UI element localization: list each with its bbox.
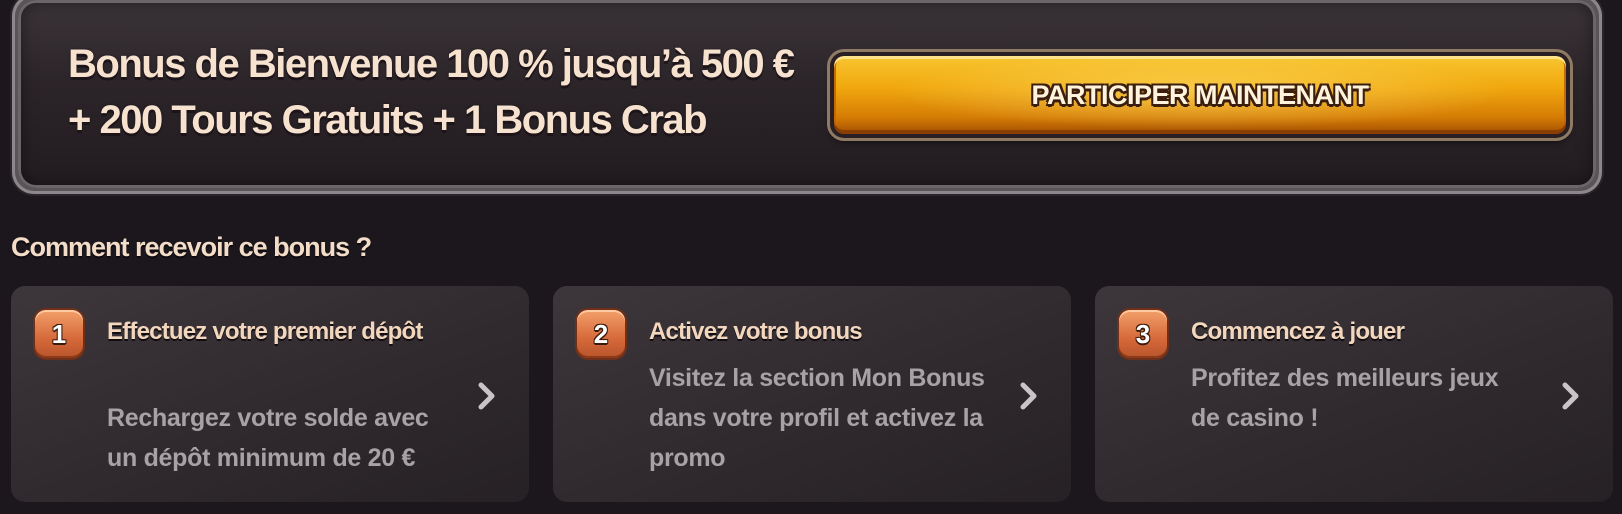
step-number-badge: 1 — [35, 310, 83, 358]
banner-title: Bonus de Bienvenue 100 % jusqu’à 500 € +… — [68, 36, 828, 148]
step-card-activate[interactable]: 2 Activez votre bonus Visitez la section… — [553, 286, 1071, 502]
banner-panel: Bonus de Bienvenue 100 % jusqu’à 500 € +… — [18, 0, 1596, 188]
welcome-bonus-banner: Bonus de Bienvenue 100 % jusqu’à 500 € +… — [12, 0, 1602, 194]
step-number: 1 — [51, 318, 67, 349]
step-title: Activez votre bonus — [649, 318, 863, 345]
step-description: Visitez la section Mon Bonus dans votre … — [649, 364, 985, 472]
banner-title-line-2: + 200 Tours Gratuits + 1 Bonus Crab — [68, 98, 708, 142]
step-number-badge: 2 — [577, 310, 625, 358]
step-title: Commencez à jouer — [1191, 318, 1405, 345]
step-description: Profitez des meilleurs jeux de casino ! — [1191, 364, 1499, 432]
how-to-title: Comment recevoir ce bonus ? — [11, 232, 372, 262]
participate-now-button-face[interactable]: PARTICIPER MAINTENANT — [834, 56, 1566, 134]
chevron-right-icon[interactable] — [1555, 380, 1587, 412]
step-description: Rechargez votre solde avec un dépôt mini… — [107, 404, 429, 472]
banner-title-line-1: Bonus de Bienvenue 100 % jusqu’à 500 € — [68, 42, 795, 86]
chevron-right-icon[interactable] — [471, 380, 503, 412]
chevron-right-icon[interactable] — [1013, 380, 1045, 412]
step-card-deposit[interactable]: 1 Effectuez votre premier dépôt Recharge… — [11, 286, 529, 502]
step-card-play[interactable]: 3 Commencez à jouer Profitez des meilleu… — [1095, 286, 1613, 502]
step-number: 3 — [1135, 318, 1151, 349]
participate-now-button[interactable]: PARTICIPER MAINTENANT — [830, 52, 1570, 138]
step-number-badge: 3 — [1119, 310, 1167, 358]
step-number: 2 — [593, 318, 609, 349]
participate-now-label: PARTICIPER MAINTENANT — [1031, 79, 1370, 110]
step-title: Effectuez votre premier dépôt — [107, 318, 423, 345]
